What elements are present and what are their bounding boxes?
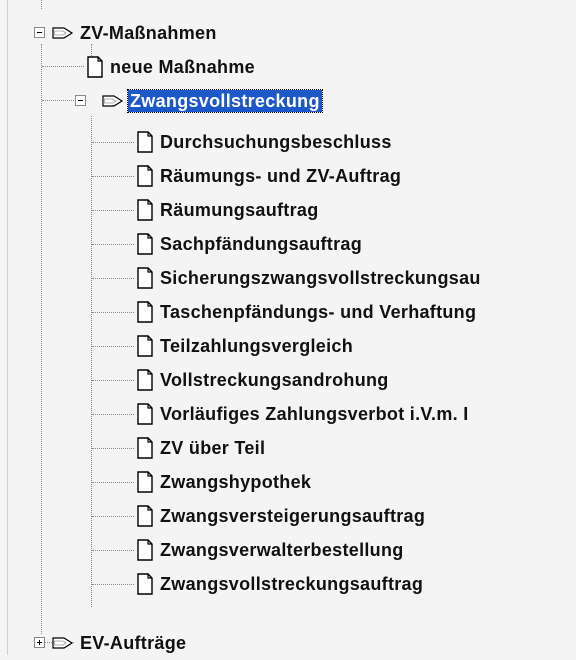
tree-line <box>92 516 134 517</box>
tree-node-label: neue Maßnahme <box>110 57 255 77</box>
tree-item[interactable]: ZV über Teil <box>136 431 267 465</box>
tree-line <box>41 44 42 634</box>
tree-line <box>42 100 74 101</box>
tree-item[interactable]: Durchsuchungsbeschluss <box>136 125 394 159</box>
tree-line <box>92 380 134 381</box>
tree-item-label: Vollstreckungsandrohung <box>160 370 389 390</box>
tree-left-edge <box>7 0 9 655</box>
tree-item[interactable]: Zwangsverwalterbestellung <box>136 533 406 567</box>
document-icon <box>137 437 153 459</box>
folder-arrow-icon <box>102 95 124 107</box>
tree-line <box>92 482 134 483</box>
tree-line <box>92 584 134 585</box>
collapse-toggle-icon[interactable] <box>75 95 86 106</box>
tree-item[interactable]: Zwangsversteigerungsauftrag <box>136 499 427 533</box>
tree-line <box>92 312 134 313</box>
tree-line <box>41 0 42 9</box>
tree-item-label: ZV über Teil <box>160 438 266 458</box>
tree-view[interactable]: ZV-Maßnahmen neue Maßnahme Zwangsvollstr… <box>0 0 576 655</box>
document-icon <box>137 369 153 391</box>
tree-item-label: Taschenpfändungs- und Verhaftung <box>160 302 477 322</box>
tree-line <box>92 176 134 177</box>
document-icon <box>137 199 153 221</box>
tree-line <box>92 244 134 245</box>
document-icon <box>137 403 153 425</box>
document-icon <box>137 233 153 255</box>
tree-node-zv-massnahmen[interactable]: ZV-Maßnahmen <box>34 16 219 50</box>
document-icon <box>137 573 153 595</box>
tree-node-zwangsvollstreckung[interactable]: Zwangsvollstreckung <box>75 84 323 118</box>
selected-node-label: Zwangsvollstreckung <box>127 89 323 113</box>
tree-item-label: Durchsuchungsbeschluss <box>160 132 392 152</box>
tree-item[interactable]: Räumungs- und ZV-Auftrag <box>136 159 403 193</box>
tree-line <box>92 210 134 211</box>
tree-item-label: Zwangsvollstreckungsauftrag <box>160 574 424 594</box>
tree-item-label: Teilzahlungsvergleich <box>160 336 354 356</box>
document-icon <box>137 131 153 153</box>
collapse-toggle-icon[interactable] <box>34 27 45 38</box>
tree-item-label: Zwangsversteigerungsauftrag <box>160 506 426 526</box>
folder-arrow-icon <box>52 27 74 39</box>
folder-arrow-icon <box>52 637 74 649</box>
tree-item-label: Zwangsverwalterbestellung <box>160 540 404 560</box>
document-icon <box>137 505 153 527</box>
tree-line <box>92 346 134 347</box>
document-icon <box>87 56 103 78</box>
tree-item-label: Sicherungszwangsvollstreckungsau <box>160 268 481 288</box>
document-icon <box>137 301 153 323</box>
tree-item-label: Zwangshypothek <box>160 472 312 492</box>
tree-item-label: Räumungs- und ZV-Auftrag <box>160 166 402 186</box>
tree-item[interactable]: Sicherungszwangsvollstreckungsau <box>136 261 483 295</box>
tree-item[interactable]: Vorläufiges Zahlungsverbot i.V.m. I <box>136 397 471 431</box>
expand-toggle-icon[interactable] <box>34 637 45 648</box>
document-icon <box>137 267 153 289</box>
tree-node-neue-massnahme[interactable]: neue Maßnahme <box>86 50 257 84</box>
tree-item-label: Vorläufiges Zahlungsverbot i.V.m. I <box>160 404 469 424</box>
tree-item[interactable]: Sachpfändungsauftrag <box>136 227 364 261</box>
tree-line <box>92 414 134 415</box>
tree-item[interactable]: Zwangsvollstreckungsauftrag <box>136 567 425 601</box>
tree-item[interactable]: Teilzahlungsvergleich <box>136 329 355 363</box>
tree-line <box>92 142 134 143</box>
tree-line <box>42 66 84 67</box>
tree-item[interactable]: Zwangshypothek <box>136 465 313 499</box>
tree-item-label: Räumungsauftrag <box>160 200 319 220</box>
document-icon <box>137 539 153 561</box>
document-icon <box>137 471 153 493</box>
tree-line <box>92 278 134 279</box>
document-icon <box>137 165 153 187</box>
tree-item-label: Sachpfändungsauftrag <box>160 234 363 254</box>
tree-line <box>92 550 134 551</box>
tree-item[interactable]: Vollstreckungsandrohung <box>136 363 391 397</box>
tree-item[interactable]: Räumungsauftrag <box>136 193 321 227</box>
document-icon <box>137 335 153 357</box>
tree-node-label: ZV-Maßnahmen <box>80 23 217 43</box>
tree-line <box>91 116 92 607</box>
tree-line <box>92 448 134 449</box>
tree-node-label: EV-Aufträge <box>80 633 187 653</box>
tree-item[interactable]: Taschenpfändungs- und Verhaftung <box>136 295 478 329</box>
